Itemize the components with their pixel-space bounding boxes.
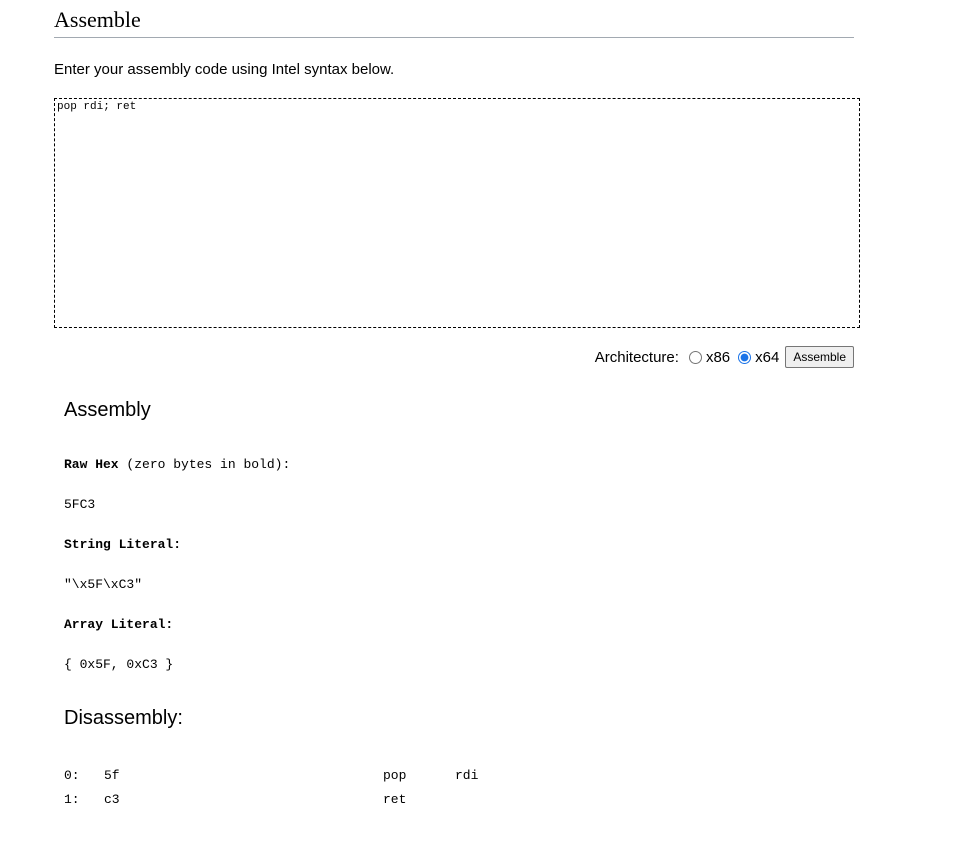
string-literal-value: "\x5F\xC3"	[64, 577, 143, 592]
disassembly-row: 1: c3 ret	[64, 788, 544, 812]
x64-label[interactable]: x64	[755, 349, 779, 366]
array-literal-caption: Array Literal:	[64, 617, 173, 633]
string-literal-caption: String Literal:	[64, 537, 181, 553]
assemble-button[interactable]: Assemble	[785, 346, 854, 368]
disassembly-table: 0: 5f pop rdi 1: c3 ret	[64, 764, 544, 812]
disassembly-bytes: c3	[104, 792, 120, 807]
array-literal-value: { 0x5F, 0xC3 }	[64, 657, 174, 672]
x86-radio[interactable]	[688, 350, 702, 364]
raw-hex-value: 5FC3	[64, 497, 96, 512]
raw-hex-caption: Raw Hex (zero bytes in bold):	[64, 457, 290, 473]
title-divider	[54, 37, 854, 38]
disassembly-operands: rdi	[455, 768, 479, 783]
architecture-label: Architecture:	[594, 348, 679, 366]
page-title: Assemble	[54, 7, 141, 32]
array-literal-label: Array Literal:	[64, 617, 174, 632]
string-literal-label: String Literal:	[64, 537, 182, 552]
x86-label[interactable]: x86	[706, 349, 730, 366]
disassembly-row: 0: 5f pop rdi	[64, 764, 544, 788]
disassembly-mnemonic: pop	[383, 768, 407, 783]
disassembly-heading: Disassembly:	[64, 707, 183, 729]
raw-hex-label: Raw Hex	[64, 457, 119, 472]
x64-radio[interactable]	[738, 350, 752, 364]
assembly-code-input[interactable]: pop rdi; ret	[54, 98, 860, 328]
raw-hex-note: (zero bytes in bold):	[126, 457, 291, 472]
disassembly-offset: 1:	[64, 792, 80, 807]
disassembly-offset: 0:	[64, 768, 80, 783]
intro-text: Enter your assembly code using Intel syn…	[54, 61, 395, 78]
architecture-selector: Architecture: x86 x64 Assemble	[595, 345, 854, 369]
assembly-heading: Assembly	[64, 399, 151, 421]
disassembly-mnemonic: ret	[383, 792, 407, 807]
disassembly-bytes: 5f	[104, 768, 120, 783]
